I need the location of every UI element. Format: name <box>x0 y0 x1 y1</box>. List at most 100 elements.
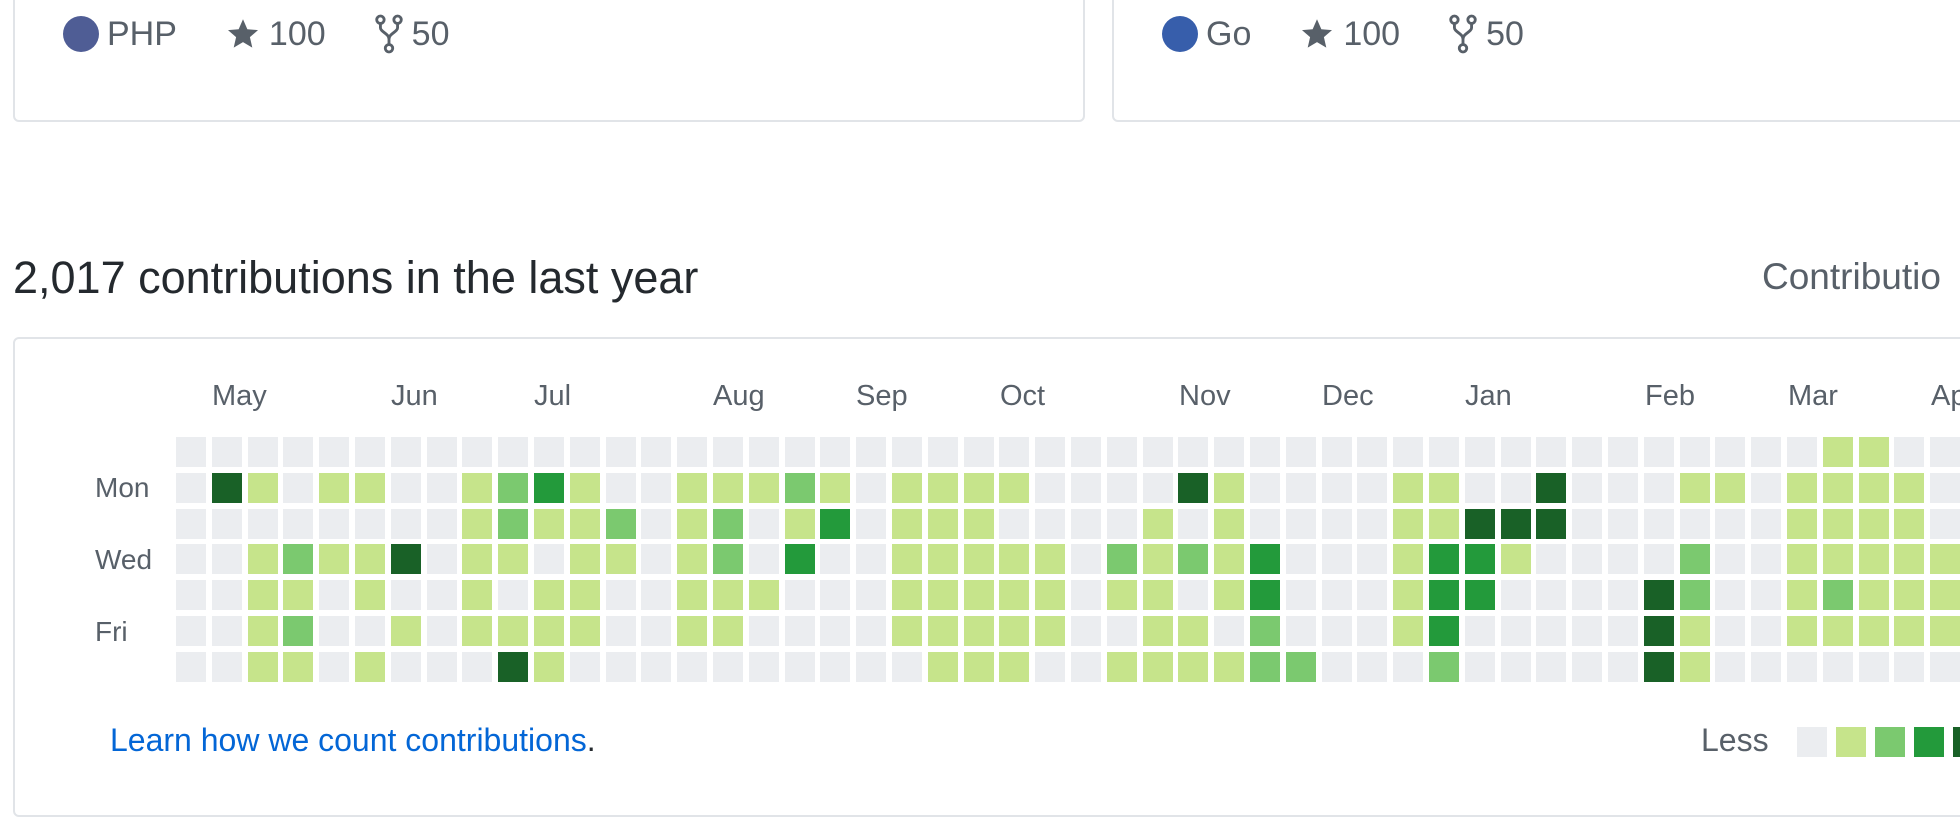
contribution-day-cell[interactable] <box>1357 652 1387 682</box>
contribution-day-cell[interactable] <box>785 509 815 539</box>
contribution-day-cell[interactable] <box>176 652 206 682</box>
contribution-day-cell[interactable] <box>248 616 278 646</box>
contribution-day-cell[interactable] <box>319 509 349 539</box>
contribution-day-cell[interactable] <box>1071 544 1101 574</box>
contribution-day-cell[interactable] <box>856 580 886 610</box>
contribution-day-cell[interactable] <box>1143 580 1173 610</box>
contribution-day-cell[interactable] <box>176 509 206 539</box>
contribution-day-cell[interactable] <box>1107 544 1137 574</box>
contribution-day-cell[interactable] <box>1894 616 1924 646</box>
contribution-day-cell[interactable] <box>1536 509 1566 539</box>
contribution-day-cell[interactable] <box>1071 473 1101 503</box>
contribution-day-cell[interactable] <box>1572 473 1602 503</box>
contribution-day-cell[interactable] <box>1393 616 1423 646</box>
contribution-day-cell[interactable] <box>1894 580 1924 610</box>
contribution-day-cell[interactable] <box>462 544 492 574</box>
contribution-day-cell[interactable] <box>820 652 850 682</box>
contribution-day-cell[interactable] <box>1644 544 1674 574</box>
contribution-day-cell[interactable] <box>1680 544 1710 574</box>
contribution-day-cell[interactable] <box>1357 544 1387 574</box>
contribution-day-cell[interactable] <box>1930 437 1960 467</box>
contribution-day-cell[interactable] <box>1393 580 1423 610</box>
contribution-day-cell[interactable] <box>892 473 922 503</box>
contribution-day-cell[interactable] <box>1393 544 1423 574</box>
contribution-day-cell[interactable] <box>1393 652 1423 682</box>
contribution-day-cell[interactable] <box>1501 437 1531 467</box>
contribution-day-cell[interactable] <box>1143 509 1173 539</box>
contribution-day-cell[interactable] <box>1715 652 1745 682</box>
contribution-day-cell[interactable] <box>212 473 242 503</box>
contribution-day-cell[interactable] <box>1787 509 1817 539</box>
contribution-day-cell[interactable] <box>1250 616 1280 646</box>
contribution-day-cell[interactable] <box>606 544 636 574</box>
contribution-day-cell[interactable] <box>1644 509 1674 539</box>
contribution-day-cell[interactable] <box>319 437 349 467</box>
contribution-day-cell[interactable] <box>355 544 385 574</box>
contribution-day-cell[interactable] <box>1823 509 1853 539</box>
contribution-day-cell[interactable] <box>1143 652 1173 682</box>
contribution-day-cell[interactable] <box>999 437 1029 467</box>
contribution-day-cell[interactable] <box>713 473 743 503</box>
contribution-day-cell[interactable] <box>1465 544 1495 574</box>
contribution-day-cell[interactable] <box>1608 544 1638 574</box>
contribution-day-cell[interactable] <box>1680 473 1710 503</box>
contribution-day-cell[interactable] <box>1715 437 1745 467</box>
contribution-day-cell[interactable] <box>462 616 492 646</box>
contribution-day-cell[interactable] <box>606 580 636 610</box>
contribution-day-cell[interactable] <box>1859 616 1889 646</box>
contribution-day-cell[interactable] <box>1286 544 1316 574</box>
contribution-day-cell[interactable] <box>1930 544 1960 574</box>
contribution-day-cell[interactable] <box>212 509 242 539</box>
contribution-day-cell[interactable] <box>1680 437 1710 467</box>
contribution-day-cell[interactable] <box>391 616 421 646</box>
contribution-day-cell[interactable] <box>1071 437 1101 467</box>
repo-card-php[interactable]: PHP 100 50 <box>13 0 1085 122</box>
contribution-day-cell[interactable] <box>1465 509 1495 539</box>
contribution-day-cell[interactable] <box>1214 616 1244 646</box>
contribution-day-cell[interactable] <box>1501 652 1531 682</box>
contribution-day-cell[interactable] <box>1644 473 1674 503</box>
contribution-day-cell[interactable] <box>355 437 385 467</box>
contribution-day-cell[interactable] <box>1894 473 1924 503</box>
contribution-day-cell[interactable] <box>1501 473 1531 503</box>
contribution-day-cell[interactable] <box>964 580 994 610</box>
contribution-day-cell[interactable] <box>1536 616 1566 646</box>
contribution-day-cell[interactable] <box>1930 509 1960 539</box>
contribution-day-cell[interactable] <box>964 652 994 682</box>
contribution-day-cell[interactable] <box>427 652 457 682</box>
contribution-day-cell[interactable] <box>641 437 671 467</box>
repo-forks[interactable]: 50 <box>1448 14 1524 54</box>
contribution-day-cell[interactable] <box>534 437 564 467</box>
contribution-day-cell[interactable] <box>820 580 850 610</box>
contribution-day-cell[interactable] <box>892 652 922 682</box>
contribution-day-cell[interactable] <box>856 652 886 682</box>
contribution-day-cell[interactable] <box>1035 652 1065 682</box>
contribution-day-cell[interactable] <box>1322 437 1352 467</box>
contribution-day-cell[interactable] <box>248 509 278 539</box>
contribution-day-cell[interactable] <box>641 652 671 682</box>
contribution-day-cell[interactable] <box>1501 509 1531 539</box>
contribution-day-cell[interactable] <box>1393 509 1423 539</box>
contribution-day-cell[interactable] <box>176 473 206 503</box>
contribution-day-cell[interactable] <box>749 509 779 539</box>
contribution-day-cell[interactable] <box>212 544 242 574</box>
contribution-day-cell[interactable] <box>677 473 707 503</box>
contribution-day-cell[interactable] <box>1572 652 1602 682</box>
contribution-day-cell[interactable] <box>283 437 313 467</box>
contribution-day-cell[interactable] <box>1608 616 1638 646</box>
repo-forks[interactable]: 50 <box>374 14 449 54</box>
contribution-day-cell[interactable] <box>1572 437 1602 467</box>
contribution-day-cell[interactable] <box>1429 544 1459 574</box>
contribution-day-cell[interactable] <box>570 473 600 503</box>
contribution-day-cell[interactable] <box>892 544 922 574</box>
contribution-day-cell[interactable] <box>1644 580 1674 610</box>
contribution-day-cell[interactable] <box>892 509 922 539</box>
contribution-day-cell[interactable] <box>427 473 457 503</box>
contribution-day-cell[interactable] <box>1608 652 1638 682</box>
contribution-day-cell[interactable] <box>892 616 922 646</box>
contribution-day-cell[interactable] <box>319 616 349 646</box>
contribution-day-cell[interactable] <box>1680 580 1710 610</box>
contribution-day-cell[interactable] <box>964 437 994 467</box>
contribution-day-cell[interactable] <box>677 544 707 574</box>
repo-stars[interactable]: 100 <box>1299 15 1400 54</box>
